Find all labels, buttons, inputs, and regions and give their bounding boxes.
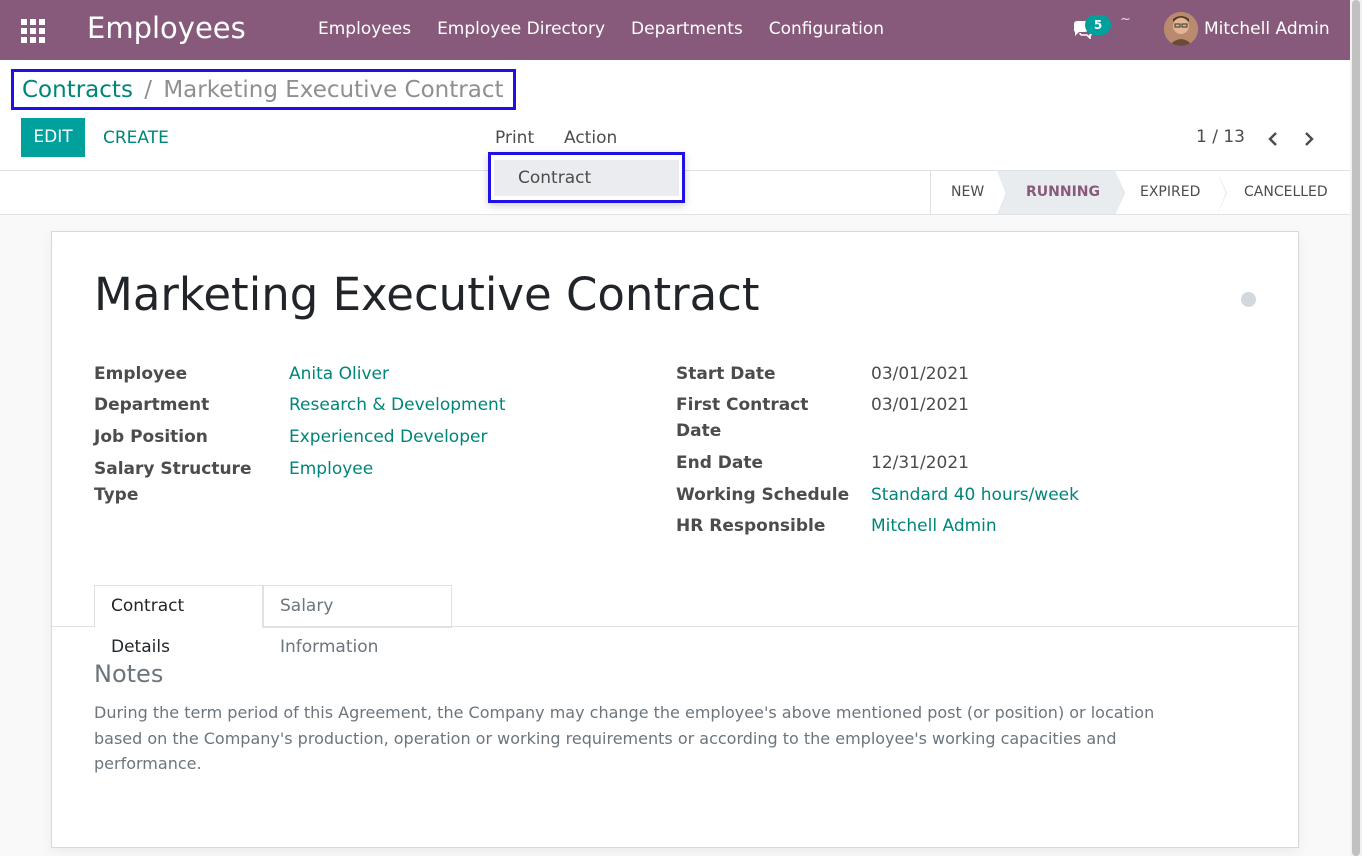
stage-expired[interactable]: EXPIRED — [1115, 171, 1227, 215]
breadcrumb-separator: / — [144, 77, 152, 103]
kanban-state-indicator[interactable] — [1241, 292, 1256, 307]
start-date-label: Start Date — [676, 364, 776, 384]
tab-salary-information[interactable]: Salary Information — [263, 585, 452, 657]
first-contract-date-label: First Contract Date — [676, 395, 809, 441]
department-value[interactable]: Research & Development — [289, 392, 505, 418]
stage-new-label: NEW — [951, 184, 985, 200]
top-navbar: Employees Employees Employee Directory D… — [0, 0, 1350, 60]
job-position-label: Job Position — [94, 427, 208, 447]
create-button[interactable]: CREATE — [103, 128, 169, 148]
job-position-value[interactable]: Experienced Developer — [289, 424, 487, 450]
stage-pipeline: NEW RUNNING EXPIRED CANCELLED — [930, 171, 1339, 215]
first-contract-date-value: 03/01/2021 — [871, 395, 969, 415]
employee-label: Employee — [94, 364, 188, 384]
stage-running-label: RUNNING — [1026, 184, 1100, 200]
stage-new[interactable]: NEW — [931, 171, 1007, 215]
scrollbar-thumb[interactable] — [1352, 0, 1360, 856]
working-schedule-label: Working Schedule — [676, 485, 850, 505]
print-dropdown-menu: Contract — [488, 152, 685, 203]
department-label: Department — [94, 395, 210, 415]
hr-responsible-label: HR Responsible — [676, 516, 826, 536]
end-date-value: 12/31/2021 — [871, 453, 969, 473]
pager-value[interactable]: 1 / 13 — [1196, 127, 1245, 147]
menu-item-employee-directory[interactable]: Employee Directory — [437, 19, 605, 39]
tab-contract-details[interactable]: Contract Details — [94, 585, 263, 657]
avatar[interactable] — [1164, 12, 1198, 46]
menu-item-departments[interactable]: Departments — [631, 19, 743, 39]
breadcrumb: Contracts / Marketing Executive Contract — [11, 69, 516, 110]
breadcrumb-current: Marketing Executive Contract — [163, 77, 504, 103]
working-schedule-value[interactable]: Standard 40 hours/week — [871, 482, 1079, 508]
activity-indicator[interactable]: ~ — [1120, 12, 1131, 27]
print-contract-item[interactable]: Contract — [494, 160, 679, 196]
apps-menu-icon[interactable] — [21, 19, 45, 43]
chevron-right-icon[interactable] — [1302, 131, 1316, 152]
notes-heading: Notes — [94, 660, 164, 688]
menu-item-employees[interactable]: Employees — [318, 19, 411, 39]
end-date-label: End Date — [676, 453, 764, 473]
chat-count-badge: 5 — [1085, 15, 1111, 35]
notebook-tabs: Contract Details Salary Information — [52, 585, 1298, 657]
page-scrollbar[interactable] — [1350, 0, 1362, 856]
hr-responsible-value[interactable]: Mitchell Admin — [871, 513, 997, 539]
breadcrumb-contracts-link[interactable]: Contracts — [22, 77, 133, 103]
record-title: Marketing Executive Contract — [94, 268, 760, 321]
form-sheet: Marketing Executive Contract Employee An… — [51, 231, 1299, 848]
action-dropdown-button[interactable]: Action — [564, 128, 617, 148]
notes-text: During the term period of this Agreement… — [94, 703, 1155, 773]
stage-cancelled-label: CANCELLED — [1244, 184, 1328, 200]
main-menu: Employees Employee Directory Departments… — [318, 19, 910, 39]
app-title: Employees — [87, 11, 246, 45]
salary-structure-type-label: Salary Structure Type — [94, 459, 252, 505]
menu-item-configuration[interactable]: Configuration — [769, 19, 884, 39]
employee-value[interactable]: Anita Oliver — [289, 361, 389, 387]
stage-running[interactable]: RUNNING — [997, 171, 1125, 215]
stage-expired-label: EXPIRED — [1140, 184, 1201, 200]
stage-cancelled[interactable]: CANCELLED — [1217, 171, 1339, 214]
start-date-value: 03/01/2021 — [871, 364, 969, 384]
user-menu[interactable]: Mitchell Admin — [1204, 19, 1330, 39]
edit-button[interactable]: EDIT — [21, 118, 85, 157]
salary-structure-type-value[interactable]: Employee — [289, 456, 373, 482]
print-dropdown-button[interactable]: Print — [495, 128, 534, 148]
chevron-left-icon[interactable] — [1266, 131, 1280, 152]
